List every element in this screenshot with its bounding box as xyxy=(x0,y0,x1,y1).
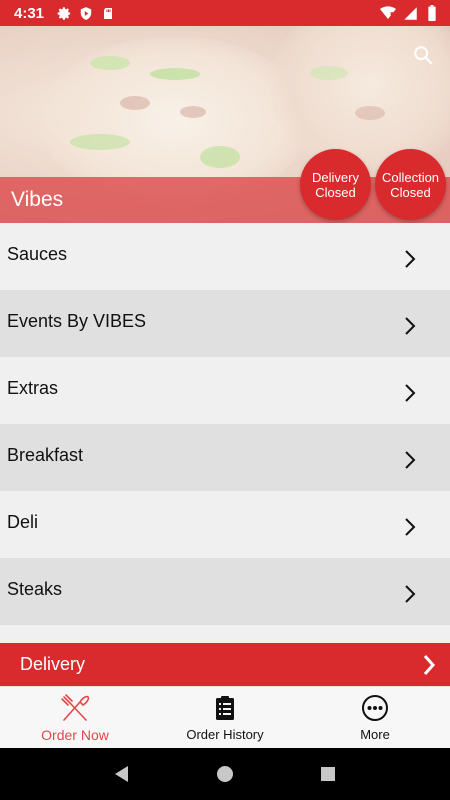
back-triangle-icon xyxy=(114,766,128,782)
system-nav-bar xyxy=(0,748,450,800)
chevron-right-icon xyxy=(423,655,436,675)
chevron-right-icon xyxy=(405,584,416,603)
nav-label: More xyxy=(360,727,390,742)
status-bar: 4:31 xyxy=(0,0,450,26)
category-row-breakfast[interactable]: Breakfast xyxy=(0,424,450,491)
delivery-mode-button[interactable]: Delivery xyxy=(0,643,450,686)
category-label: Breakfast xyxy=(7,445,84,465)
category-label: Extras xyxy=(7,378,59,398)
nav-order-now[interactable]: Order Now xyxy=(0,687,150,748)
category-row-steaks[interactable]: Steaks xyxy=(0,558,450,625)
wifi-icon xyxy=(380,5,396,21)
status-time: 4:31 xyxy=(14,4,45,22)
category-row-events-by-vibes[interactable]: Events By VIBES xyxy=(0,290,450,357)
category-label: Steaks xyxy=(7,579,63,599)
chevron-right-icon xyxy=(405,517,416,536)
nav-label: Order Now xyxy=(41,726,109,743)
category-row-sauces[interactable]: Sauces xyxy=(0,223,450,290)
collection-status-line1: Collection xyxy=(381,169,440,185)
chevron-right-icon xyxy=(405,383,416,402)
gear-icon xyxy=(56,5,72,21)
chevron-right-icon xyxy=(405,249,416,268)
sd-card-icon xyxy=(100,5,116,21)
delivery-status-line2: Closed xyxy=(315,184,356,200)
collection-status-line2: Closed xyxy=(390,184,431,200)
home-button[interactable] xyxy=(214,763,236,785)
search-button[interactable] xyxy=(412,44,436,68)
more-dots-icon xyxy=(360,693,390,723)
status-right-icons xyxy=(380,5,440,21)
chevron-right-icon xyxy=(405,316,416,335)
chevron-right-icon xyxy=(405,450,416,469)
category-row-extras[interactable]: Extras xyxy=(0,357,450,424)
category-list: Sauces Events By VIBES Extras Breakfast … xyxy=(0,223,450,643)
nav-order-history[interactable]: Order History xyxy=(150,687,300,748)
category-label: Events By VIBES xyxy=(7,311,147,331)
delivery-mode-label: Delivery xyxy=(20,654,86,674)
category-row-deli[interactable]: Deli xyxy=(0,491,450,558)
category-label: Deli xyxy=(7,512,39,532)
delivery-status-line1: Delivery xyxy=(312,169,359,185)
collection-status-badge: Collection Closed xyxy=(375,149,446,220)
fork-knife-icon xyxy=(60,693,90,723)
home-circle-icon xyxy=(216,766,233,782)
back-button[interactable] xyxy=(111,763,133,785)
nav-label: Order History xyxy=(186,727,264,742)
status-left-icons xyxy=(56,5,116,21)
recents-button[interactable] xyxy=(317,763,339,785)
restaurant-title: Vibes xyxy=(11,188,64,211)
battery-icon xyxy=(424,5,440,21)
clipboard-icon xyxy=(210,693,240,723)
search-icon xyxy=(414,46,433,65)
delivery-status-badge: Delivery Closed xyxy=(300,149,371,220)
recents-square-icon xyxy=(321,767,336,781)
nav-more[interactable]: More xyxy=(300,687,450,748)
cell-signal-icon xyxy=(402,5,418,21)
bottom-nav: Order Now Order History More xyxy=(0,686,450,748)
category-label: Sauces xyxy=(7,244,68,264)
shield-icon xyxy=(78,5,94,21)
